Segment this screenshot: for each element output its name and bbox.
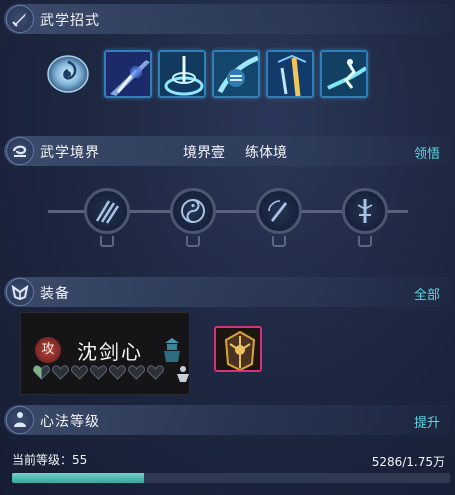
exp-counter: 5286/1.75万 [371,455,445,469]
realm-node-1[interactable] [84,188,130,234]
sword-circle-icon [268,200,287,222]
node-lock-4 [358,236,372,247]
realm-level: 境界壹 [183,145,225,161]
spiral-talisman-icon[interactable] [46,54,90,94]
equipment-header: 装备 全部 [4,277,450,307]
swirl-icon [6,137,34,165]
sword-emblem-icon [357,199,373,223]
armor-icon [6,278,34,306]
realm-node-2[interactable] [170,188,216,234]
character-panel: 武学招式 武学境界 领悟 境界壹 练体境 装备 全部 攻 沈剑心 心法等级 提升… [0,0,455,495]
skill-slot-4[interactable] [266,50,314,98]
skill-slot-3[interactable] [212,50,260,98]
blade-slash-icon [106,52,150,96]
all-equipment-link[interactable]: 全部 [414,284,440,303]
skills-title: 武学招式 [40,13,100,29]
heart-empty-icon [147,365,164,380]
comprehend-link[interactable]: 领悟 [414,143,440,162]
skills-header: 武学招式 [4,4,450,34]
node-lock-2 [186,236,200,247]
heart-empty-icon [109,365,126,380]
leaping-strike-icon [322,52,366,96]
golden-blade-icon [268,52,312,96]
upgrade-link[interactable]: 提升 [414,412,440,431]
heart-rating [33,365,166,384]
cultivation-title: 心法等级 [40,414,100,430]
heart-empty-icon [71,365,88,380]
heart-empty-icon [128,365,145,380]
cultivation-header: 心法等级 提升 [4,405,450,435]
heart-empty-icon [90,365,107,380]
heart-empty-icon [52,365,69,380]
realm-node-3[interactable] [256,188,302,234]
skill-slot-5[interactable] [320,50,368,98]
realm-header: 武学境界 领悟 [4,136,450,166]
realm-node-4[interactable] [342,188,388,234]
equipment-slot-armor[interactable] [214,326,262,372]
realm-name: 练体境 [245,145,287,161]
equipped-weapon-card[interactable]: 攻 沈剑心 [20,312,190,395]
current-level: 当前等级：55 [12,453,88,467]
meditating-figure-icon [6,406,34,434]
golden-armor-icon [216,328,260,370]
equipment-name: 沈剑心 [77,340,143,364]
realm-title: 武学境界 [40,145,100,161]
heart-half-icon [33,365,50,380]
skill-slot-2[interactable] [158,50,206,98]
attack-badge: 攻 [35,337,61,363]
swordsman-icon [164,338,180,362]
exp-progress-fill [12,473,145,483]
sword-icon [6,5,34,33]
skill-slot-1[interactable] [104,50,152,98]
equipment-title: 装备 [40,286,70,302]
exp-progress-bar [12,473,450,483]
whirlwind-icon [160,52,204,96]
yin-yang-icon [181,199,205,223]
slash-marks-icon [95,200,120,224]
character-figure-icon [177,366,189,382]
node-lock-3 [272,236,286,247]
node-lock-1 [100,236,114,247]
fist-strike-icon [214,52,258,96]
